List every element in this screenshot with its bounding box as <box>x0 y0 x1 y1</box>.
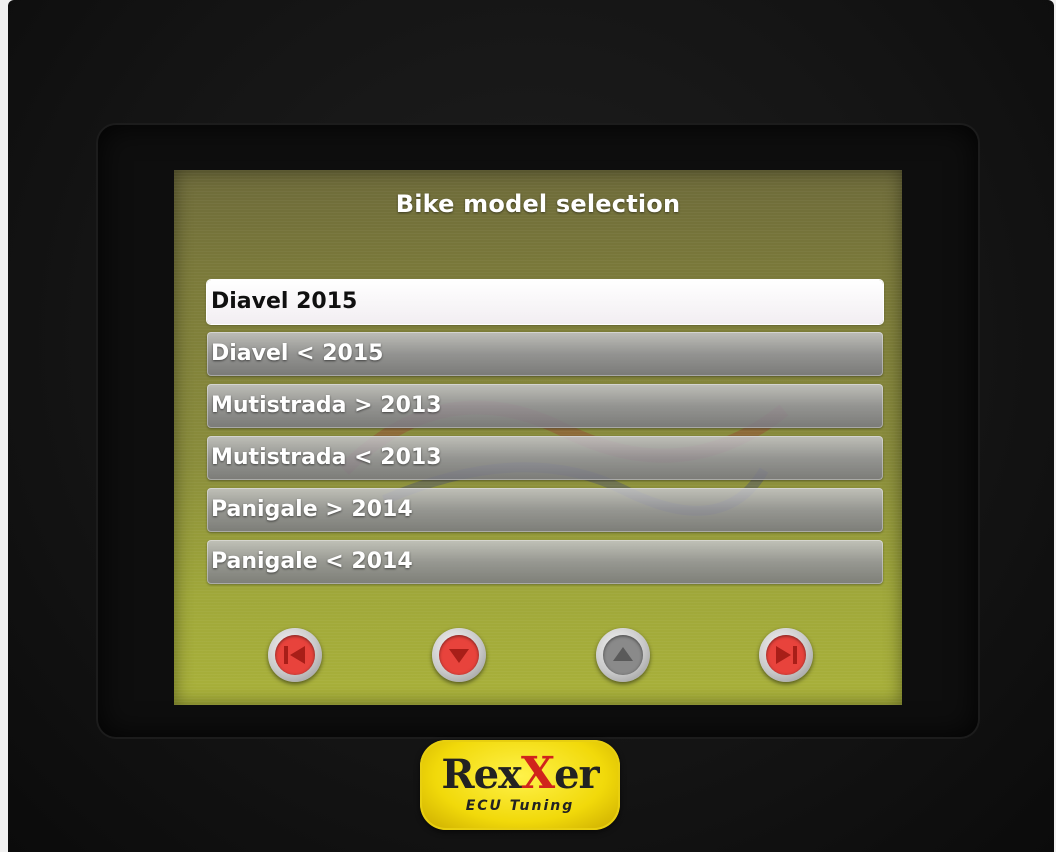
navigation-bar <box>174 628 902 690</box>
brand-tagline: ECU Tuning <box>465 798 575 814</box>
forward-button[interactable] <box>759 628 813 682</box>
model-list: Diavel 2015 Diavel < 2015 Mutistrada > 2… <box>207 280 883 592</box>
scroll-down-button[interactable] <box>432 628 486 682</box>
back-icon <box>284 646 305 664</box>
brand-name-part1: Rex <box>441 751 522 798</box>
brand-name-x: X <box>520 748 555 799</box>
model-item-panigale-post-2014[interactable]: Panigale > 2014 <box>207 488 883 532</box>
brand-wordmark: RexXer <box>420 748 620 799</box>
brand-name-part2: er <box>554 751 600 798</box>
forward-icon <box>776 646 797 664</box>
down-arrow-icon <box>449 649 469 663</box>
up-arrow-icon <box>613 647 633 661</box>
scroll-up-button[interactable] <box>596 628 650 682</box>
model-item-panigale-pre-2014[interactable]: Panigale < 2014 <box>207 540 883 584</box>
model-item-multistrada-post-2013[interactable]: Mutistrada > 2013 <box>207 384 883 428</box>
back-button[interactable] <box>268 628 322 682</box>
photo-background: Bike model selection Diavel 2015 Diavel … <box>0 0 1056 852</box>
model-item-diavel-pre-2015[interactable]: Diavel < 2015 <box>207 332 883 376</box>
display-screen: Bike model selection Diavel 2015 Diavel … <box>174 170 902 705</box>
brand-logo: RexXer ECU Tuning <box>420 740 620 830</box>
model-item-multistrada-pre-2013[interactable]: Mutistrada < 2013 <box>207 436 883 480</box>
page-title: Bike model selection <box>395 190 681 218</box>
model-item-diavel-2015[interactable]: Diavel 2015 <box>207 280 883 324</box>
